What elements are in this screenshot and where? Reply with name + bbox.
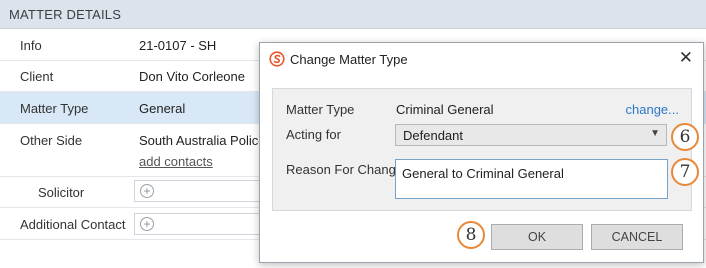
additional-contact-label: Additional Contact	[20, 217, 126, 232]
acting-for-select[interactable]: Defendant ▼	[395, 124, 667, 146]
chevron-down-icon: ▼	[650, 128, 660, 139]
cancel-button[interactable]: CANCEL	[591, 224, 683, 250]
acting-for-value: Defendant	[403, 128, 463, 143]
matter-details-header: MATTER DETAILS	[0, 0, 706, 29]
matter-type-label: Matter Type	[20, 101, 89, 116]
step-7-badge: 7	[671, 158, 699, 186]
reason-value: General to Criminal General	[402, 166, 564, 181]
close-icon[interactable]: ✕	[679, 49, 693, 67]
other-side-label: Other Side	[20, 133, 83, 148]
dialog-titlebar: Change Matter Type ✕	[260, 43, 703, 75]
add-solicitor-icon[interactable]: +	[140, 184, 154, 198]
change-link[interactable]: change...	[626, 102, 680, 117]
solicitor-field[interactable]: +	[134, 180, 274, 202]
reason-input[interactable]: General to Criminal General	[395, 159, 668, 199]
solicitor-label: Solicitor	[38, 185, 85, 200]
info-label: Info	[20, 38, 42, 53]
client-value: Don Vito Corleone	[139, 69, 245, 84]
add-additional-contact-icon[interactable]: +	[140, 217, 154, 231]
matter-type-value: General	[139, 101, 186, 116]
add-contacts-link[interactable]: add contacts	[139, 154, 213, 169]
client-label: Client	[20, 69, 54, 84]
app-logo-icon	[269, 51, 285, 67]
new-matter-type-label: Matter Type	[286, 102, 355, 117]
dialog-title: Change Matter Type	[290, 52, 408, 67]
step-8-badge: 8	[457, 221, 485, 249]
new-matter-type-value: Criminal General	[396, 102, 494, 117]
additional-contact-field[interactable]: +	[134, 213, 274, 235]
acting-for-label: Acting for	[286, 127, 341, 142]
reason-label: Reason For Change	[286, 162, 404, 177]
matter-details-title: MATTER DETAILS	[9, 7, 122, 22]
step-6-badge: 6	[671, 123, 699, 151]
info-value: 21-0107 - SH	[139, 38, 217, 53]
ok-button[interactable]: OK	[491, 224, 583, 250]
other-side-value: South Australia Police	[139, 133, 266, 148]
dialog-form-panel: Matter Type Criminal General change... A…	[272, 88, 692, 211]
